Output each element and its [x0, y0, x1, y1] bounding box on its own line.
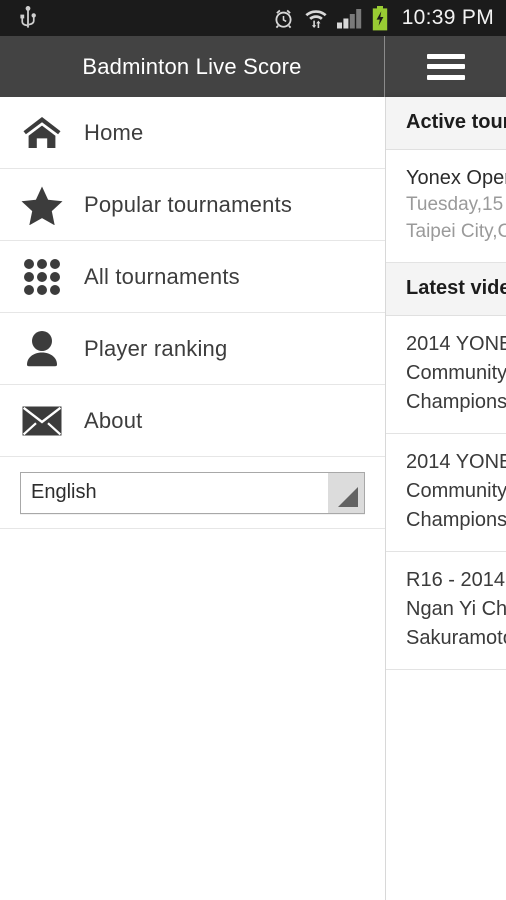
wifi-icon [305, 9, 327, 28]
envelope-icon [18, 397, 66, 445]
status-bar-right: 10:39 PM [272, 5, 506, 31]
language-selected-value: English [31, 481, 97, 503]
status-bar: 10:39 PM [0, 0, 506, 36]
usb-icon [20, 6, 36, 28]
signal-icon [336, 9, 361, 29]
home-icon [18, 109, 66, 157]
sidebar-item-label: Popular tournaments [84, 191, 293, 217]
video-list-item[interactable]: 2014 YONEX US Open Grand Prix Gold - Com… [386, 434, 506, 553]
section-header-active-tournaments: Active tournaments [386, 97, 506, 150]
drawer-item-list: Home Popular tournaments All tournaments… [0, 97, 385, 799]
sidebar-item-about[interactable]: About [0, 385, 385, 457]
grid-dots-icon [18, 253, 66, 301]
video-list-item[interactable]: R16 - 2014 Yonex US Open - Ngan Yi Chan … [386, 552, 506, 671]
status-bar-left [0, 6, 272, 30]
tournament-name: Yonex Open Chinese Taipei [406, 167, 506, 189]
phone-screen: 10:39 PM Badminton Live Score Active tou… [0, 0, 506, 900]
battery-charging-icon [372, 5, 387, 30]
main-content-panel[interactable]: Active tournaments Yonex Open Chinese Ta… [385, 97, 506, 900]
content-area: Active tournaments Yonex Open Chinese Ta… [0, 97, 506, 900]
page-title: Badminton Live Score [82, 53, 302, 79]
language-spinner-row: English [0, 457, 385, 529]
video-title-line3: Championship [406, 509, 506, 532]
video-title-line3: Championship [406, 391, 506, 414]
video-title-line2: Ngan Yi Chan vs Sayaka [406, 598, 506, 621]
sidebar-item-home[interactable]: Home [0, 97, 385, 169]
language-select[interactable]: English [20, 471, 365, 514]
video-title-line3: Sakuramoto [406, 627, 506, 650]
tournament-location: Taipei City,Chinese Taipei [406, 221, 506, 243]
sidebar-item-all-tournaments[interactable]: All tournaments [0, 241, 385, 313]
sidebar-item-popular-tournaments[interactable]: Popular tournaments [0, 169, 385, 241]
video-title-line1: 2014 YONEX US Open Grand Prix Gold - [406, 451, 506, 474]
video-title-line2: Community Shuttle Badminton [406, 362, 506, 385]
video-title-line2: Community Shuttle Badminton [406, 480, 506, 503]
status-bar-clock: 10:39 PM [401, 6, 494, 29]
app-title-zone: Badminton Live Score [0, 36, 385, 97]
video-list-item[interactable]: 2014 YONEX US Open Grand Prix Gold - Com… [386, 316, 506, 435]
menu-button[interactable] [385, 36, 506, 97]
chevron-down-icon[interactable] [328, 472, 364, 513]
star-icon [18, 181, 66, 229]
sidebar-item-label: Home [84, 119, 144, 145]
drawer-empty-space [0, 529, 385, 799]
tournament-list-item[interactable]: Yonex Open Chinese Taipei Tuesday,15 Sep… [386, 150, 506, 264]
sidebar-item-label: Player ranking [84, 335, 228, 361]
video-title-line1: R16 - 2014 Yonex US Open - [406, 569, 506, 592]
tournament-date: Tuesday,15 September 2015 [406, 194, 506, 216]
navigation-drawer: Home Popular tournaments All tournaments… [0, 97, 385, 900]
person-icon [18, 325, 66, 373]
action-bar: Badminton Live Score [0, 36, 506, 97]
sidebar-item-player-ranking[interactable]: Player ranking [0, 313, 385, 385]
alarm-icon [275, 9, 292, 28]
video-title-line1: 2014 YONEX US Open Grand Prix Gold - [406, 333, 506, 356]
sidebar-item-label: About [84, 407, 143, 433]
hamburger-menu-icon[interactable] [426, 53, 465, 80]
sidebar-item-label: All tournaments [84, 263, 240, 289]
section-header-latest-videos: Latest videos [386, 263, 506, 317]
